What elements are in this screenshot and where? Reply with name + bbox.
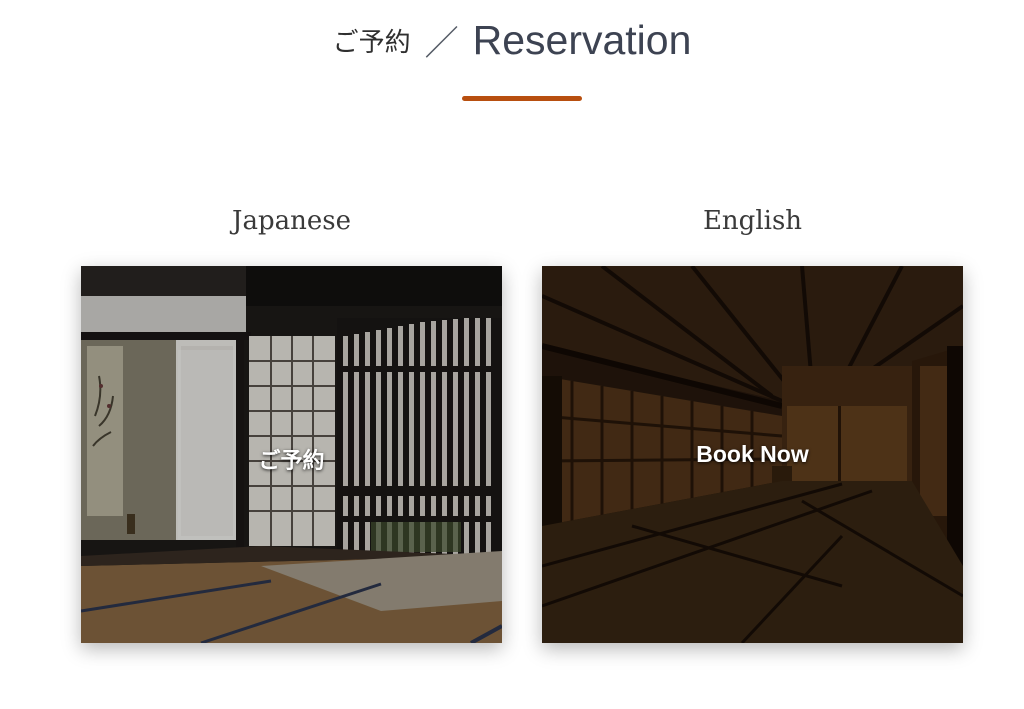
english-book-now-button-label: Book Now	[696, 441, 809, 467]
heading-japanese: ご予約	[332, 28, 411, 58]
japanese-reservation-button-label: ご予約	[258, 448, 325, 474]
english-reservation-card[interactable]: Book Now	[542, 266, 963, 643]
heading-english: Reservation	[472, 17, 692, 63]
japanese-reservation-card[interactable]: ご予約	[81, 266, 502, 643]
section-heading: ご予約 ／ Reservation	[0, 16, 1024, 65]
heading-separator: ／	[424, 24, 459, 64]
heading-underline	[462, 96, 582, 101]
english-column-title: English	[702, 206, 803, 236]
reservation-page: ご予約 ／ Reservation Japanese ご予約 English Bo…	[0, 0, 1024, 709]
japanese-column-title: Japanese	[232, 206, 351, 236]
